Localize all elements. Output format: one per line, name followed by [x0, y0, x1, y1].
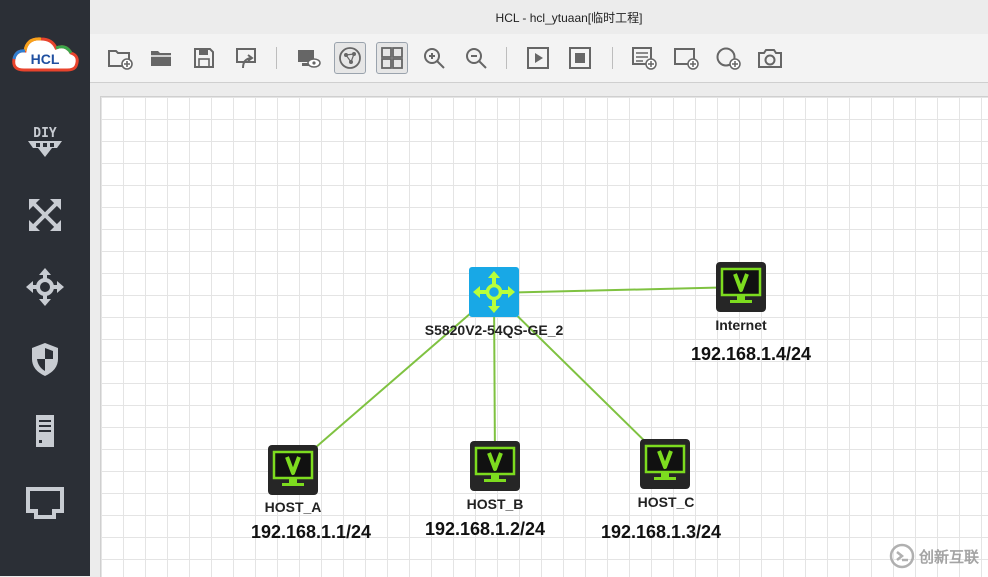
sidebar-item-switch[interactable] [20, 262, 70, 312]
link-switch-host-b[interactable] [493, 292, 496, 464]
logo-text: HCL [31, 51, 60, 67]
diy-icon: DIY [28, 126, 62, 157]
switch-device-icon [469, 267, 519, 317]
host-label-internet: Internet [715, 317, 767, 333]
show-interface-button[interactable] [292, 42, 324, 74]
sidebar-item-diy[interactable]: DIY [20, 117, 70, 167]
export-button[interactable] [230, 42, 262, 74]
toolbar [90, 34, 988, 83]
host-device-icon [640, 439, 690, 489]
host-label-c: HOST_C [637, 494, 695, 510]
zoom-in-button[interactable] [418, 42, 450, 74]
host-device-icon [268, 445, 318, 495]
zoom-in-icon [424, 48, 445, 69]
grid-button[interactable] [376, 42, 408, 74]
grid-icon [381, 47, 403, 69]
screenshot-button[interactable] [754, 42, 786, 74]
shield-icon [32, 343, 58, 376]
topology-icon [339, 47, 361, 69]
sidebar-item-terminal[interactable] [20, 478, 70, 528]
topology-overview-button[interactable] [334, 42, 366, 74]
text-note-icon [632, 47, 657, 70]
stop-icon [569, 47, 591, 69]
switch-icon [26, 268, 64, 306]
link-switch-internet[interactable] [493, 286, 742, 294]
open-project-button[interactable] [146, 42, 178, 74]
svg-text:DIY: DIY [33, 126, 57, 141]
watermark: 创新互联 [889, 535, 988, 577]
link-switch-host-a[interactable] [292, 292, 495, 468]
ip-label-c: 192.168.1.3/24 [600, 522, 722, 542]
title-bar: HCL - hcl_ytuaan[临时工程] [90, 0, 988, 34]
add-rectangle-button[interactable] [670, 42, 702, 74]
host-device-icon [470, 441, 520, 491]
watermark-text: 创新互联 [919, 548, 980, 566]
device-sidebar: HCL DIY [0, 0, 90, 576]
host-node-internet[interactable] [716, 262, 766, 312]
server-icon [36, 415, 54, 447]
host-device-icon [716, 262, 766, 312]
rectangle-add-icon [674, 48, 699, 70]
start-all-button[interactable] [522, 42, 554, 74]
switch-label: S5820V2-54QS-GE_2 [424, 322, 564, 338]
add-text-button[interactable] [628, 42, 660, 74]
zoom-out-icon [466, 48, 487, 69]
switch-node[interactable] [469, 267, 519, 317]
window-title: HCL - hcl_ytuaan[临时工程] [495, 11, 643, 25]
sidebar-item-firewall[interactable] [20, 334, 70, 384]
hcl-logo: HCL [10, 30, 80, 80]
topology-canvas[interactable]: S5820V2-54QS-GE_2 Internet 192.168.1.4/2… [100, 96, 988, 577]
sidebar-item-router[interactable] [20, 190, 70, 240]
ellipse-add-icon [716, 47, 741, 70]
camera-icon [758, 49, 782, 68]
monitor-eye-icon [298, 50, 321, 68]
export-icon [236, 48, 256, 69]
link-switch-host-c[interactable] [493, 292, 666, 462]
zoom-out-button[interactable] [460, 42, 492, 74]
host-label-a: HOST_A [264, 499, 322, 515]
new-folder-icon [108, 50, 133, 70]
ip-label-a: 192.168.1.1/24 [250, 522, 372, 542]
sidebar-item-server[interactable] [20, 406, 70, 456]
host-node-c[interactable] [640, 439, 690, 489]
stop-all-button[interactable] [564, 42, 596, 74]
ethernet-port-icon [26, 487, 64, 519]
play-icon [527, 47, 549, 69]
save-icon [194, 48, 214, 68]
add-ellipse-button[interactable] [712, 42, 744, 74]
ip-label-b: 192.168.1.2/24 [424, 519, 546, 539]
ip-label-internet: 192.168.1.4/24 [690, 344, 812, 364]
host-node-b[interactable] [470, 441, 520, 491]
host-node-a[interactable] [268, 445, 318, 495]
new-project-button[interactable] [104, 42, 136, 74]
folder-icon [151, 51, 171, 66]
host-label-b: HOST_B [466, 496, 524, 512]
watermark-logo-icon [889, 543, 915, 569]
save-button[interactable] [188, 42, 220, 74]
router-icon [29, 199, 61, 231]
